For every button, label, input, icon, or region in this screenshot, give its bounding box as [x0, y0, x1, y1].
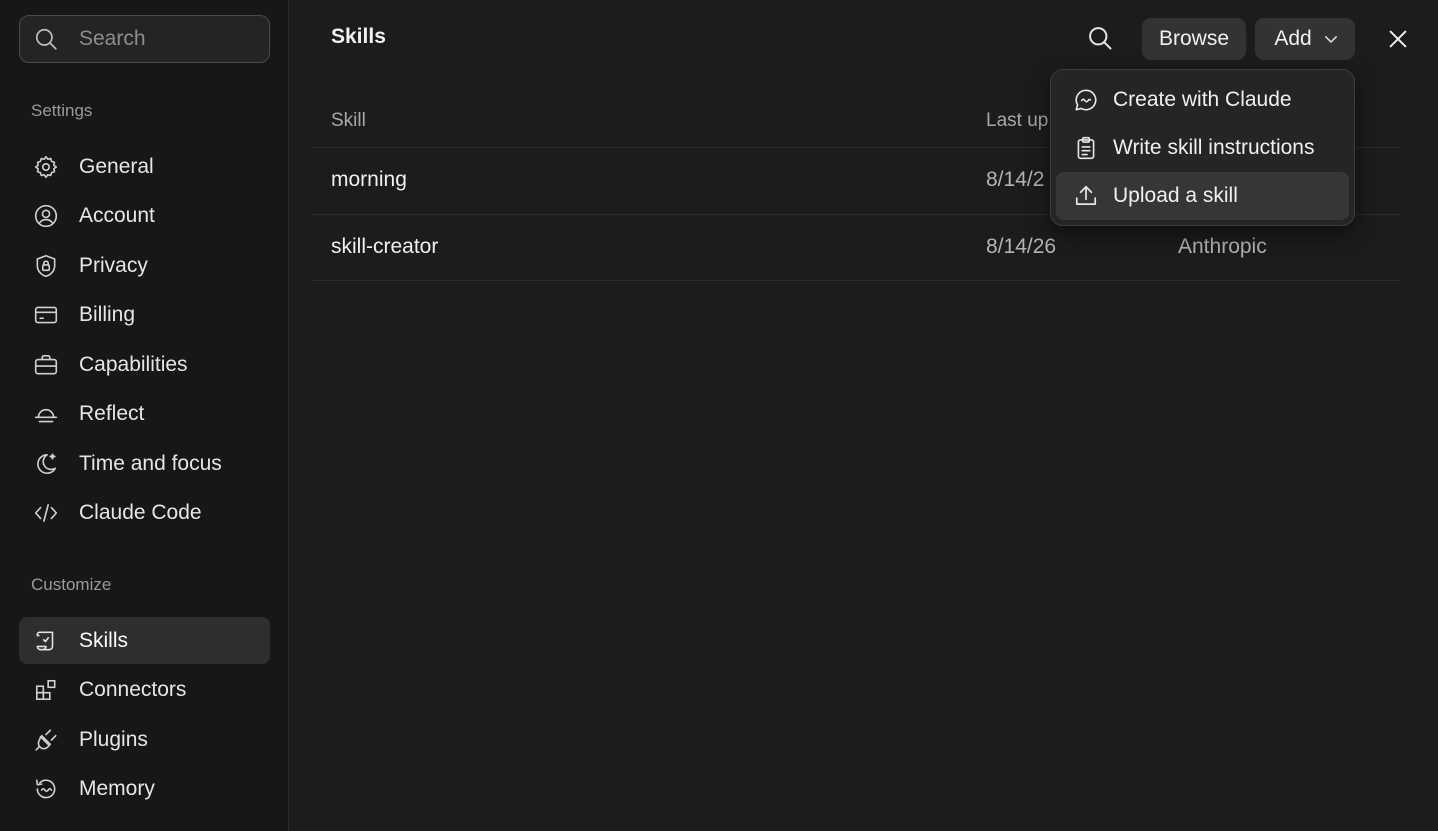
- browse-button[interactable]: Browse: [1142, 18, 1246, 60]
- sidebar-search[interactable]: [19, 15, 270, 63]
- sidebar-item-label: Skills: [79, 628, 129, 652]
- close-icon: [1389, 30, 1407, 48]
- page-title: Skills: [331, 25, 386, 48]
- sidebar-item-plugins[interactable]: Plugins: [19, 716, 270, 763]
- upload-icon: [1075, 185, 1097, 205]
- add-menu: Create with Claude Write skill instructi…: [1050, 69, 1355, 226]
- menu-item-label: Write skill instructions: [1113, 136, 1315, 159]
- sidebar-item-label: Billing: [79, 302, 136, 326]
- sidebar-item-label: Claude Code: [79, 500, 202, 524]
- history-icon: [31, 774, 61, 804]
- moon-star-icon: [31, 449, 61, 479]
- sidebar-item-label: Account: [79, 203, 155, 227]
- blocks-icon: [31, 675, 61, 705]
- chevron-down-icon: [1324, 36, 1337, 43]
- settings-window: Settings General Account Privacy Billing: [0, 0, 1438, 831]
- skill-name: morning: [331, 168, 407, 191]
- sidebar-item-label: Time and focus: [79, 451, 222, 475]
- sidebar-item-label: Connectors: [79, 677, 187, 701]
- skill-date: 8/14/26: [986, 235, 1057, 258]
- search-button[interactable]: [1084, 22, 1116, 54]
- sidebar-item-connectors[interactable]: Connectors: [19, 666, 270, 713]
- add-button-label: Add: [1274, 27, 1312, 50]
- search-input[interactable]: [79, 27, 249, 51]
- code-icon: [31, 498, 61, 528]
- menu-item-label: Create with Claude: [1113, 88, 1292, 111]
- briefcase-icon: [31, 350, 61, 380]
- scroll-icon: [31, 626, 61, 656]
- sidebar-item-general[interactable]: General: [19, 143, 270, 190]
- add-button[interactable]: Add: [1255, 18, 1355, 60]
- menu-item-create-with-claude[interactable]: Create with Claude: [1056, 76, 1349, 124]
- menu-item-write-skill-instructions[interactable]: Write skill instructions: [1056, 124, 1349, 172]
- sidebar-item-capabilities[interactable]: Capabilities: [19, 341, 270, 388]
- sidebar-item-skills[interactable]: Skills: [19, 617, 270, 664]
- column-header-skill[interactable]: Skill: [331, 110, 366, 132]
- close-button[interactable]: [1383, 24, 1413, 54]
- chat-bubble-icon: [1075, 89, 1097, 111]
- plug-icon: [31, 725, 61, 755]
- gear-icon: [31, 152, 61, 182]
- customize-section-label: Customize: [31, 575, 112, 594]
- sunrise-icon: [31, 399, 61, 429]
- clipboard-icon: [1077, 136, 1095, 160]
- sidebar-item-memory[interactable]: Memory: [19, 765, 270, 812]
- credit-card-icon: [31, 300, 61, 330]
- skill-name: skill-creator: [331, 235, 439, 258]
- menu-item-upload-a-skill[interactable]: Upload a skill: [1056, 172, 1349, 220]
- sidebar-item-privacy[interactable]: Privacy: [19, 242, 270, 289]
- sidebar-item-account[interactable]: Account: [19, 192, 270, 239]
- menu-item-label: Upload a skill: [1113, 184, 1238, 207]
- skill-author: Anthropic: [1178, 235, 1267, 258]
- sidebar-item-label: Reflect: [79, 401, 145, 425]
- sidebar: Settings General Account Privacy Billing: [0, 0, 289, 831]
- sidebar-item-label: Capabilities: [79, 352, 188, 376]
- search-icon: [35, 28, 57, 50]
- shield-lock-icon: [31, 251, 61, 281]
- column-header-last-updated[interactable]: Last up: [986, 110, 1048, 132]
- skill-date: 8/14/2: [986, 168, 1045, 191]
- sidebar-item-label: Plugins: [79, 727, 148, 751]
- sidebar-item-label: Memory: [79, 776, 155, 800]
- sidebar-item-billing[interactable]: Billing: [19, 291, 270, 338]
- sidebar-item-reflect[interactable]: Reflect: [19, 390, 270, 437]
- settings-section-label: Settings: [31, 101, 93, 120]
- sidebar-item-label: General: [79, 154, 154, 178]
- sidebar-item-time-and-focus[interactable]: Time and focus: [19, 440, 270, 487]
- search-icon: [1089, 27, 1112, 50]
- user-circle-icon: [31, 201, 61, 231]
- sidebar-item-claude-code[interactable]: Claude Code: [19, 489, 270, 536]
- sidebar-item-label: Privacy: [79, 253, 148, 277]
